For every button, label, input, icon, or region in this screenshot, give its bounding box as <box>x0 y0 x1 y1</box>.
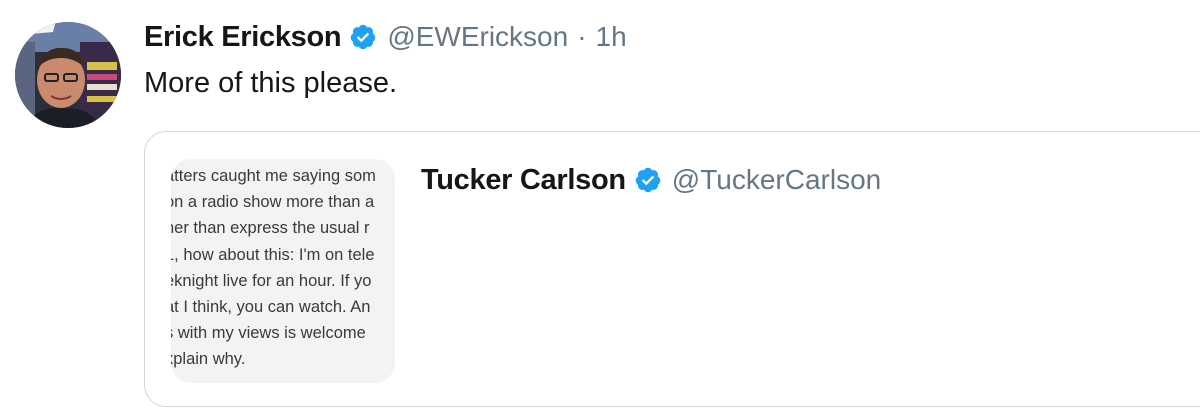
quoted-tweet-header: Tucker Carlson @TuckerCarlson <box>421 160 881 200</box>
image-text-line: xplain why. <box>171 350 246 369</box>
image-text-line: atters caught me saying som <box>171 167 376 185</box>
tweet-timestamp[interactable]: 1h <box>596 21 627 53</box>
image-text-line: 1, how about this: I'm on tele <box>171 245 375 264</box>
image-text-line: eknight live for an hour. If yo <box>171 271 372 290</box>
image-text-line: ner than express the usual r <box>171 219 370 238</box>
quoted-author-name[interactable]: Tucker Carlson <box>421 164 626 197</box>
quoted-tweet-card[interactable]: atters caught me saying som on a radio s… <box>144 131 1200 407</box>
separator-dot: · <box>577 21 587 52</box>
quoted-author-handle[interactable]: @TuckerCarlson <box>672 164 881 196</box>
tweet: Erick Erickson @EWErickson · 1h More of … <box>0 0 1200 418</box>
tweet-header: Erick Erickson @EWErickson · 1h <box>144 17 627 57</box>
image-text-line: at I think, you can watch. An <box>171 298 371 317</box>
author-name[interactable]: Erick Erickson <box>144 21 342 54</box>
image-text-line: on a radio show more than a <box>171 193 375 212</box>
verified-badge-icon <box>634 166 662 194</box>
verified-badge-icon <box>349 23 377 51</box>
author-avatar[interactable] <box>15 22 121 128</box>
image-text-block: atters caught me saying som on a radio s… <box>171 163 395 373</box>
author-handle[interactable]: @EWErickson <box>387 21 568 53</box>
image-text-line: s with my views is welcome <box>171 324 366 343</box>
quoted-tweet-image[interactable]: atters caught me saying som on a radio s… <box>171 159 395 383</box>
tweet-text: More of this please. <box>144 67 398 99</box>
